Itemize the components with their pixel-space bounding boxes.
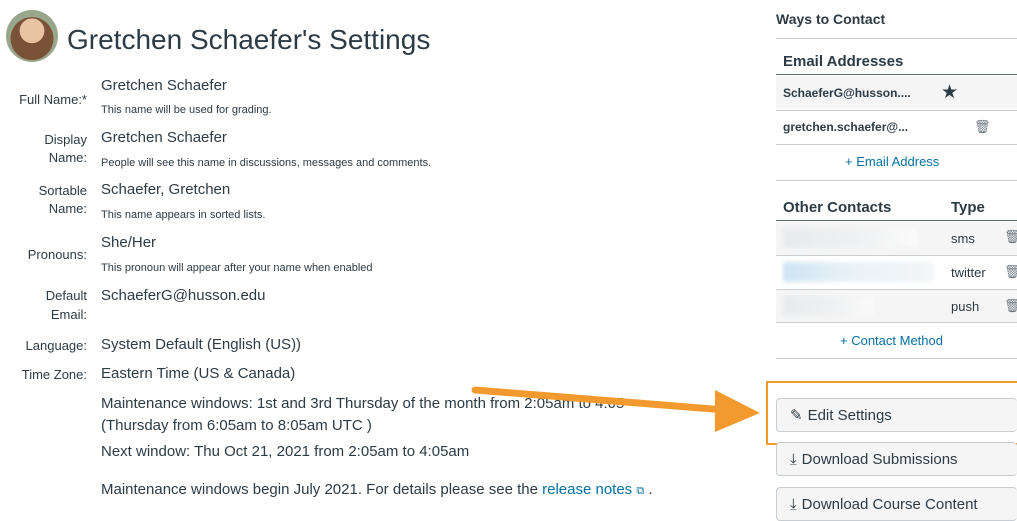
full-name-label: Full Name:*: [19, 92, 87, 107]
maintenance-line-2: (Thursday from 6:05am to 8:05am UTC ): [101, 417, 372, 434]
contact-value-redacted: [783, 296, 873, 316]
full-name-hint: This name will be used for grading.: [101, 104, 272, 116]
divider: [776, 220, 1017, 221]
page-title: Gretchen Schaefer's Settings: [67, 24, 431, 55]
divider: [776, 74, 1017, 75]
release-notes-link[interactable]: release notes: [542, 481, 632, 498]
contact-type-twitter: twitter: [951, 265, 986, 280]
edit-settings-label: Edit Settings: [807, 406, 892, 424]
add-email-address-link[interactable]: + Email Address: [845, 154, 939, 169]
display-name-value: Gretchen Schaefer: [101, 129, 227, 146]
language-value: System Default (English (US)): [101, 336, 302, 353]
timezone-value: Eastern Time (US & Canada): [101, 365, 296, 382]
default-email-label-2: Email:: [50, 307, 87, 322]
other-contacts-heading: Other Contacts: [783, 199, 892, 216]
display-name-label-2: Name:: [48, 150, 87, 165]
download-icon: ⤓: [790, 495, 797, 513]
sortable-name-label-2: Name:: [48, 201, 87, 216]
sortable-name-label-1: Sortable: [38, 183, 87, 198]
pronouns-value: She/Her: [101, 234, 157, 251]
maintenance-note-suffix: .: [644, 481, 653, 498]
divider: [776, 38, 1017, 39]
divider: [776, 180, 1017, 181]
contact-value-redacted: [783, 262, 933, 282]
edit-settings-button[interactable]: ✎ Edit Settings: [776, 398, 1017, 432]
default-email-label-1: Default: [45, 288, 87, 303]
pencil-icon: ✎: [790, 407, 803, 424]
sortable-name-value: Schaefer, Gretchen: [101, 181, 231, 198]
star-icon[interactable]: ★: [941, 81, 958, 104]
pronouns-hint: This pronoun will appear after your name…: [101, 262, 373, 274]
pronouns-label: Pronouns:: [27, 247, 87, 262]
email-address-secondary[interactable]: gretchen.schaefer@...: [783, 120, 908, 134]
trash-icon[interactable]: 🗑: [974, 119, 991, 135]
language-label: Language:: [25, 338, 87, 353]
contact-value-redacted: [783, 228, 918, 248]
divider: [776, 255, 1017, 256]
trash-icon[interactable]: 🗑: [1004, 229, 1017, 245]
divider: [776, 144, 1017, 145]
ways-to-contact-title: Ways to Contact: [776, 11, 886, 27]
divider: [776, 358, 1017, 359]
display-name-hint: People will see this name in discussions…: [101, 157, 432, 169]
divider: [776, 322, 1017, 323]
trash-icon[interactable]: 🗑: [1004, 264, 1017, 280]
sortable-name-hint: This name appears in sorted lists.: [101, 209, 266, 221]
annotation-arrow: [471, 386, 760, 432]
maintenance-note-text: Maintenance windows begin July 2021. For…: [101, 481, 543, 498]
contact-type-push: push: [951, 299, 980, 314]
contact-type-sms: sms: [951, 231, 975, 246]
download-submissions-button[interactable]: ⤓ Download Submissions: [776, 442, 1017, 476]
trash-icon[interactable]: 🗑: [1004, 298, 1017, 314]
email-addresses-heading: Email Addresses: [783, 53, 904, 70]
download-course-content-label: Download Course Content: [801, 495, 978, 513]
timezone-label: Time Zone:: [21, 367, 87, 382]
default-email-value: SchaeferG@husson.edu: [101, 287, 266, 304]
maintenance-note: Maintenance windows begin July 2021. For…: [101, 479, 653, 502]
avatar[interactable]: [6, 10, 58, 62]
add-contact-method-link[interactable]: + Contact Method: [840, 333, 943, 348]
divider: [776, 110, 1017, 111]
maintenance-line-3: Next window: Thu Oct 21, 2021 from 2:05a…: [101, 443, 470, 460]
type-heading: Type: [951, 199, 985, 216]
full-name-value: Gretchen Schaefer: [101, 77, 227, 94]
download-course-content-button[interactable]: ⤓ Download Course Content: [776, 487, 1017, 521]
email-address-primary[interactable]: SchaeferG@husson....: [783, 86, 911, 100]
download-submissions-label: Download Submissions: [801, 450, 958, 468]
display-name-label-1: Display: [44, 132, 87, 147]
download-icon: ⤓: [790, 450, 797, 468]
